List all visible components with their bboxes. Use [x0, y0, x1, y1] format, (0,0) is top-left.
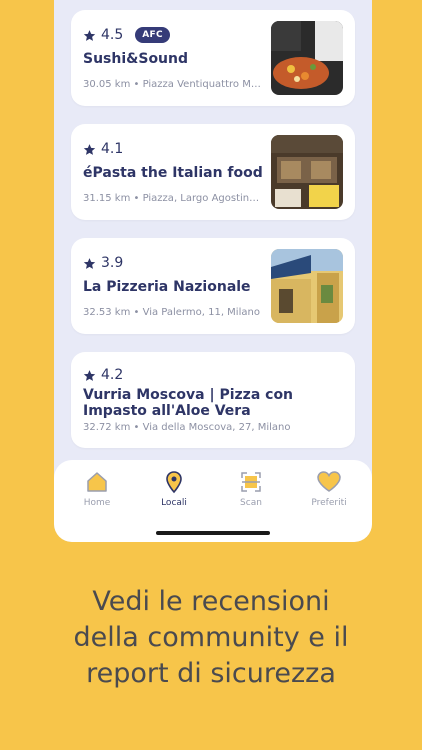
star-icon	[83, 143, 96, 155]
rating-value: 4.1	[101, 141, 124, 157]
restaurant-meta: 32.53 km • Via Palermo, 11, Milano	[83, 307, 260, 318]
restaurant-photo	[271, 21, 343, 95]
restaurant-photo	[271, 135, 343, 209]
restaurant-card[interactable]: 4.1 éPasta the Italian food 31.15 km • P…	[71, 124, 355, 220]
star-icon	[83, 369, 96, 381]
rating-value: 3.9	[101, 255, 124, 271]
restaurant-meta: 32.72 km • Via della Moscova, 27, Milano	[83, 422, 291, 433]
restaurant-name: éPasta the Italian food	[83, 165, 263, 181]
location-pin-icon	[166, 471, 182, 494]
star-icon	[83, 29, 96, 41]
caption-line: della community e il	[73, 622, 349, 653]
restaurant-meta: 30.05 km • Piazza Ventiquattro Maggio, M…	[83, 79, 261, 90]
restaurant-name: Sushi&Sound	[83, 51, 189, 67]
caption-line: Vedi le recensioni	[92, 586, 330, 617]
caption-line: report di sicurezza	[86, 658, 336, 689]
tab-home[interactable]: Home	[67, 470, 127, 508]
tab-label: Preferiti	[311, 498, 347, 508]
restaurant-name: La Pizzeria Nazionale	[83, 279, 251, 295]
rating: 4.1	[83, 141, 123, 157]
tab-label: Locali	[161, 498, 187, 508]
heart-icon	[317, 471, 341, 492]
restaurant-card[interactable]: 4.5 AFC Sushi&Sound 30.05 km • Piazza Ve…	[71, 10, 355, 106]
star-icon	[83, 257, 96, 269]
rating: 4.5 AFC	[83, 27, 170, 43]
phone-screen: 4.5 AFC Sushi&Sound 30.05 km • Piazza Ve…	[54, 0, 372, 542]
tab-label: Home	[83, 498, 111, 508]
rating: 3.9	[83, 255, 123, 271]
restaurant-meta: 31.15 km • Piazza, Largo Agostino Gemell…	[83, 193, 261, 204]
home-indicator[interactable]	[156, 531, 270, 535]
tab-locali[interactable]: Locali	[144, 470, 204, 508]
tab-scan[interactable]: Scan	[221, 470, 281, 508]
rating: 4.2	[83, 367, 123, 383]
home-icon	[87, 472, 107, 492]
restaurant-photo	[271, 249, 343, 323]
restaurant-card[interactable]: 4.2 Vurria Moscova | Pizza con Impasto a…	[71, 352, 355, 448]
rating-value: 4.5	[101, 27, 124, 43]
restaurant-name: Vurria Moscova | Pizza con Impasto all'A…	[83, 387, 294, 419]
restaurant-card[interactable]: 3.9 La Pizzeria Nazionale 32.53 km • Via…	[71, 238, 355, 334]
scan-icon	[241, 472, 261, 492]
rating-value: 4.2	[101, 367, 124, 383]
afc-badge: AFC	[135, 27, 170, 43]
tab-label: Scan	[240, 498, 262, 508]
tab-preferiti[interactable]: Preferiti	[299, 470, 359, 508]
tab-bar: Home Locali Scan Preferiti	[54, 460, 372, 542]
promo-caption: Vedi le recensioni della community e il …	[0, 584, 422, 692]
